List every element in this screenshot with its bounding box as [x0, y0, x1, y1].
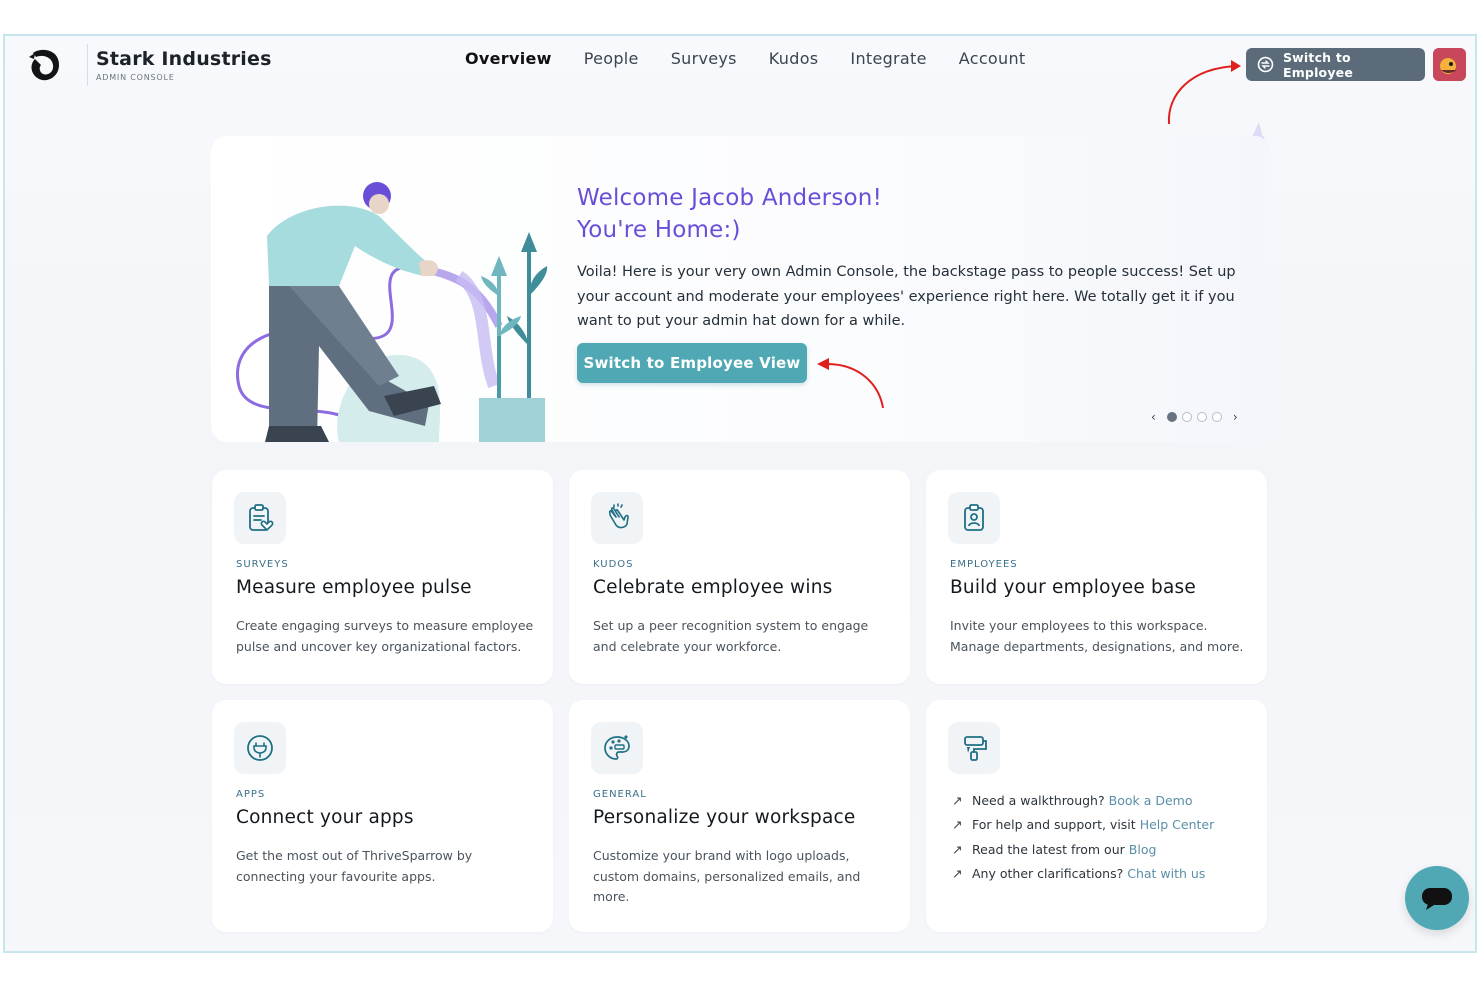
help-text: For help and support, visit: [972, 817, 1136, 833]
plug-icon: [247, 735, 273, 761]
card-apps[interactable]: APPS Connect your apps Get the most out …: [212, 700, 553, 932]
hero-illustration: [236, 182, 548, 442]
clipboard-heart-icon: [249, 504, 274, 532]
chat-bubble-icon: [1422, 888, 1452, 910]
arrow-up-right-icon: ↗: [952, 841, 963, 857]
brand-divider: [87, 44, 88, 86]
book-demo-link[interactable]: Book a Demo: [1109, 793, 1193, 808]
avatar[interactable]: [1433, 48, 1466, 81]
card-tag: EMPLOYEES: [950, 559, 1018, 570]
nav-surveys[interactable]: Surveys: [671, 49, 737, 68]
brand-subtitle: ADMIN CONSOLE: [96, 73, 175, 82]
card-description: Invite your employees to this workspace.…: [950, 618, 1244, 654]
carousel-dot-2[interactable]: [1181, 412, 1192, 422]
hero-title-line1: Welcome Jacob Anderson!: [577, 185, 882, 211]
card-title: Build your employee base: [950, 577, 1196, 598]
card-title: Celebrate employee wins: [593, 577, 833, 598]
help-row-demo: ↗ Need a walkthrough? Book a Demo: [952, 788, 1214, 813]
arrow-up-right-icon: ↗: [952, 817, 963, 833]
nav-kudos[interactable]: Kudos: [769, 49, 819, 68]
card-tag: GENERAL: [593, 789, 647, 800]
arrow-up-right-icon: ↗: [952, 866, 963, 882]
hero-title-line2: You're Home:): [577, 217, 741, 243]
hero-description: Voila! Here is your very own Admin Conso…: [577, 264, 1236, 329]
hero-banner: Welcome Jacob Anderson! You're Home:) Vo…: [211, 136, 1271, 442]
clapping-hands-icon: [608, 503, 629, 529]
card-tag: KUDOS: [593, 559, 634, 570]
card-tag: SURVEYS: [236, 559, 289, 570]
switch-icon: [1257, 56, 1274, 73]
card-title: Measure employee pulse: [236, 577, 472, 598]
card-icon-wrap: [234, 722, 286, 774]
nav-overview[interactable]: Overview: [465, 49, 552, 68]
hero-title: Welcome Jacob Anderson! You're Home:): [577, 182, 882, 246]
brand-name: Stark Industries: [96, 48, 272, 70]
card-tag: APPS: [236, 789, 266, 800]
card-icon-wrap: [948, 722, 1000, 774]
carousel-next-button[interactable]: ›: [1227, 410, 1244, 424]
nav-people[interactable]: People: [584, 49, 639, 68]
card-help-links: ↗ Need a walkthrough? Book a Demo ↗ For …: [926, 700, 1267, 932]
nav-account[interactable]: Account: [959, 49, 1026, 68]
brand-logo-icon: [29, 49, 59, 81]
chat-widget-button[interactable]: [1405, 866, 1469, 930]
blog-link[interactable]: Blog: [1129, 842, 1157, 857]
card-description: Create engaging surveys to measure emplo…: [236, 618, 534, 654]
help-text: Any other clarifications?: [972, 866, 1124, 882]
card-icon-wrap: [591, 722, 643, 774]
chat-with-us-link[interactable]: Chat with us: [1127, 866, 1205, 881]
card-employees[interactable]: EMPLOYEES Build your employee base Invit…: [926, 470, 1267, 684]
card-icon-wrap: [234, 492, 286, 544]
paint-roller-icon: [964, 736, 987, 761]
nav-integrate[interactable]: Integrate: [850, 49, 926, 68]
card-general[interactable]: GENERAL Personalize your workspace Custo…: [569, 700, 910, 932]
card-kudos[interactable]: KUDOS Celebrate employee wins Set up a p…: [569, 470, 910, 684]
avatar-image: [1433, 48, 1466, 81]
palette-icon: [604, 735, 630, 760]
carousel-prev-button[interactable]: ‹: [1145, 410, 1162, 424]
help-row-support: ↗ For help and support, visit Help Cente…: [952, 813, 1214, 838]
switch-to-employee-button[interactable]: Switch to Employee: [1246, 48, 1425, 81]
card-description: Set up a peer recognition system to enga…: [593, 618, 869, 654]
switch-to-employee-view-button[interactable]: Switch to Employee View: [577, 343, 807, 383]
annotation-arrow-top: [1167, 60, 1241, 125]
annotation-arrow-hero: [817, 358, 884, 409]
main-nav: Overview People Surveys Kudos Integrate …: [465, 49, 1057, 68]
help-links: ↗ Need a walkthrough? Book a Demo ↗ For …: [952, 788, 1214, 886]
switch-to-employee-label: Switch to Employee: [1282, 49, 1354, 80]
card-surveys[interactable]: SURVEYS Measure employee pulse Create en…: [212, 470, 553, 684]
carousel-dot-4[interactable]: [1211, 412, 1222, 422]
help-center-link[interactable]: Help Center: [1140, 817, 1215, 832]
card-icon-wrap: [948, 492, 1000, 544]
hero-carousel-controls: ‹ ›: [1145, 410, 1244, 424]
card-description: Customize your brand with logo uploads, …: [593, 848, 861, 904]
card-title: Connect your apps: [236, 807, 414, 828]
help-row-blog: ↗ Read the latest from our Blog: [952, 837, 1214, 862]
carousel-dot-1[interactable]: [1166, 412, 1177, 422]
id-badge-icon: [964, 504, 984, 531]
card-icon-wrap: [591, 492, 643, 544]
card-description: Get the most out of ThriveSparrow by con…: [236, 848, 473, 884]
help-text: Read the latest from our: [972, 841, 1125, 857]
arrow-up-right-icon: ↗: [952, 792, 963, 808]
help-text: Need a walkthrough?: [972, 792, 1105, 808]
carousel-dot-3[interactable]: [1196, 412, 1207, 422]
brand[interactable]: Stark Industries ADMIN CONSOLE: [25, 44, 272, 86]
app-frame: Stark Industries ADMIN CONSOLE Overview …: [3, 34, 1477, 953]
card-title: Personalize your workspace: [593, 807, 856, 828]
help-row-chat: ↗ Any other clarifications? Chat with us: [952, 862, 1214, 887]
